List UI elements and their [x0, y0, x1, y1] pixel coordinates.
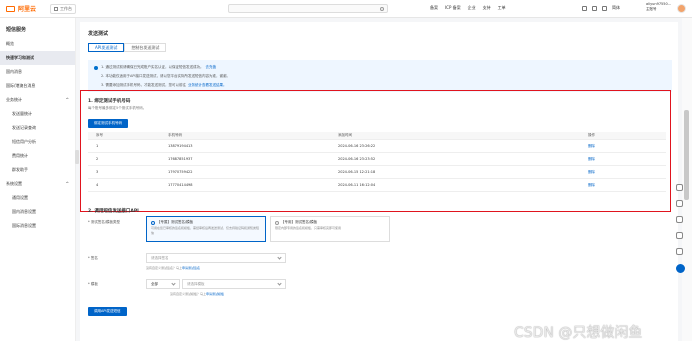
workbench-label: 工作台	[60, 5, 73, 11]
delete-link[interactable]: 删除	[588, 183, 595, 187]
message-icon[interactable]	[582, 5, 587, 11]
sidebar-item-international[interactable]: 国际/港澳台消息	[0, 79, 75, 93]
card-dedicated-template[interactable]: 【专用】测试签名/模板 限定内部专用的签名和模板，只需审核完即可使用	[270, 216, 390, 242]
notice-panel: 1. 通过测试前请确保已完成账户实名认证，以保证短信发送成功。 去充值 2. 本…	[88, 60, 672, 92]
top-link-ticket[interactable]: 工单	[498, 5, 506, 11]
user-info[interactable]: aliyun97550... 主账号	[646, 2, 671, 12]
edit-icon[interactable]	[676, 184, 683, 191]
page-title: 发送测试	[88, 31, 109, 37]
template-filter-select[interactable]: 全部	[146, 279, 180, 289]
chevron-up-icon: ^	[65, 181, 69, 186]
sidebar-title: 短信服务	[6, 27, 27, 33]
avatar[interactable]	[677, 4, 686, 13]
apply-sign-link[interactable]: 申请测试签名	[182, 266, 200, 270]
table-row: 3 17970759422 2024-06-15 12:21:18 删除	[88, 166, 666, 179]
watermark: CSDN @只想做闲鱼	[514, 325, 643, 341]
col-no: 序号	[96, 133, 103, 137]
col-time: 添加时间	[338, 133, 352, 137]
main-content: 发送测试 API发送测试 控制台发送测试 1. 通过测试前请确保已完成账户实名认…	[80, 22, 678, 341]
top-link-support[interactable]: 支持	[483, 5, 491, 11]
notice-link[interactable]: 去充值	[205, 63, 216, 72]
notice-line: 3. 需要添加测试手机号码，才能发送测试，您可以前往 业务统计查看发送结果。	[94, 81, 666, 90]
search-icon	[380, 6, 384, 11]
notice-link[interactable]: 业务统计查看发送结果。	[188, 81, 227, 90]
sidebar-item-user-analysis[interactable]: 短信用户分析	[0, 135, 75, 149]
sidebar-item-domestic[interactable]: 国内消息	[0, 65, 75, 79]
sidebar-item-cost-stats[interactable]: 费用统计	[0, 149, 75, 163]
help-icon[interactable]	[602, 5, 607, 11]
top-link-icp[interactable]: ICP 备案	[445, 5, 461, 11]
chat-icon[interactable]	[676, 216, 683, 223]
type-label: * 测试签名/模板类型	[88, 220, 121, 224]
template-hint: 没有自定义测试模板？马上申请测试模板	[170, 292, 225, 296]
section-api-title: 2. 调用短信发送接口API	[88, 209, 139, 214]
apply-template-link[interactable]: 申请测试模板	[206, 292, 224, 296]
language-switch[interactable]: 简体	[612, 5, 620, 11]
sidebar-item-overview[interactable]: 概览	[0, 37, 75, 51]
home-icon	[54, 6, 59, 11]
template-label: * 模板	[88, 282, 98, 286]
table-header: 序号 手机号码 添加时间 操作	[88, 132, 666, 140]
sidebar-item-quickstart[interactable]: 快速学习和测试	[0, 51, 75, 65]
phone-table: 序号 手机号码 添加时间 操作 1 13879194413 2024-06-16…	[88, 132, 666, 192]
section-bind-phone-title: 1. 绑定测试手机号码	[88, 99, 131, 104]
table-row: 1 13879194413 2024-06-16 23:26:22 删除	[88, 140, 666, 153]
top-link-enterprise[interactable]: 企业	[468, 5, 476, 11]
delete-link[interactable]: 删除	[588, 144, 595, 148]
sign-label: * 签名	[88, 256, 98, 260]
chevron-down-icon	[277, 255, 282, 260]
sidebar-item-send-records[interactable]: 发送记录查询	[0, 121, 75, 135]
global-search-input[interactable]	[228, 4, 388, 13]
sidebar-item-send-stats[interactable]: 发送量统计	[0, 107, 75, 121]
table-row: 2 17687851937 2024-06-16 23:23:52 删除	[88, 153, 666, 166]
chevron-down-icon	[171, 281, 176, 286]
info-icon	[94, 65, 98, 70]
tab-bar: API发送测试 控制台发送测试	[88, 43, 167, 52]
sign-hint: 没有自定义测试签名？马上申请测试签名	[146, 266, 201, 270]
sidebar-collapse-handle[interactable]	[75, 150, 79, 164]
table-row: 4 17770414498 2024-06-11 16:12:04 删除	[88, 179, 666, 192]
call-api-send-button[interactable]: 调用API发送短信	[88, 307, 127, 316]
top-link-beian[interactable]: 备案	[430, 5, 438, 11]
section-bind-phone-subtitle: 每个账号最多绑定5个测试手机号码。	[88, 106, 147, 110]
sidebar-item-general-settings[interactable]: 通用设置	[0, 191, 75, 205]
workbench-button[interactable]: 工作台	[50, 3, 77, 14]
cart-icon[interactable]	[592, 5, 597, 11]
logo-text: 阿里云	[18, 6, 37, 13]
delete-link[interactable]: 删除	[588, 157, 595, 161]
sidebar: 短信服务 概览 快速学习和测试 国内消息 国际/港澳台消息 业务统计 ^ 发送量统…	[0, 18, 76, 341]
user-role: 主账号	[646, 7, 657, 11]
grid-icon[interactable]	[676, 248, 683, 255]
template-select[interactable]: 请选择模板	[182, 279, 286, 289]
col-op: 操作	[588, 133, 595, 137]
bind-phone-button[interactable]: 绑定测试手机号码	[88, 119, 128, 128]
sidebar-item-international-settings[interactable]: 国际消息设置	[0, 219, 75, 233]
chevron-down-icon	[277, 281, 282, 286]
delete-link[interactable]: 删除	[588, 170, 595, 174]
radio-selected[interactable]	[151, 220, 155, 225]
col-phone: 手机号码	[168, 133, 182, 137]
logo-icon	[6, 5, 15, 12]
notice-line: 2. 本功能仅适用于API接口发送测试，请以您平台实际所发送短信内容为准，谢谢。	[101, 74, 230, 78]
notice-line: 1. 通过测试前请确保已完成账户实名认证，以保证短信发送成功。 去充值	[94, 63, 666, 72]
card-exclusive-template[interactable]: 【专属】测试签名/模板 可用在您已审核的签名和模板，需经审核后再发送测试，仅支持…	[146, 216, 266, 242]
floating-toolbar	[676, 184, 685, 273]
sidebar-group-stats[interactable]: 业务统计 ^	[0, 93, 75, 107]
sidebar-item-domestic-settings[interactable]: 国内消息设置	[0, 205, 75, 219]
sidebar-group-settings[interactable]: 系统设置 ^	[0, 177, 75, 191]
tab-api-test[interactable]: API发送测试	[88, 43, 125, 52]
settings-icon[interactable]	[676, 232, 683, 239]
apps-icon[interactable]	[676, 264, 685, 273]
radio-unselected[interactable]	[275, 220, 279, 225]
chevron-up-icon: ^	[65, 97, 69, 102]
sign-select[interactable]: 请选择签名	[146, 253, 286, 263]
top-navbar: 阿里云 工作台 备案 ICP 备案 企业 支持 工单 简体 aliyun9755…	[0, 0, 692, 18]
tab-console-test[interactable]: 控制台发送测试	[124, 43, 167, 52]
aliyun-logo[interactable]: 阿里云	[6, 4, 36, 13]
cart-icon[interactable]	[676, 200, 683, 207]
sidebar-item-bulk-helper[interactable]: 群发助手	[0, 163, 75, 177]
